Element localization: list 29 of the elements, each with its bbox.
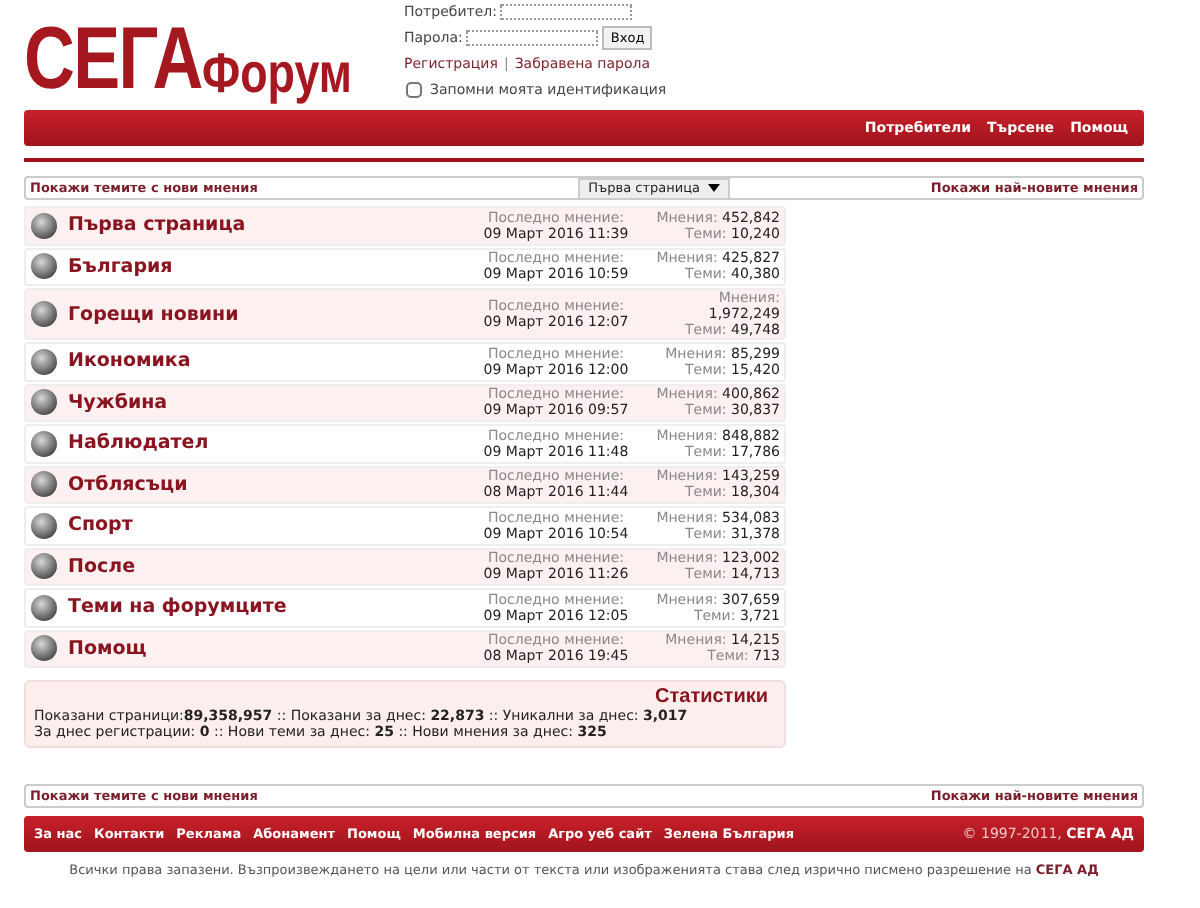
forum-title-link[interactable]: Първа страница [68, 214, 476, 237]
forum-title-link[interactable]: Икономика [68, 350, 476, 373]
forum-status-icon [30, 347, 58, 376]
forum-title-link[interactable]: Чужбина [68, 391, 476, 414]
forum-title-link[interactable]: Наблюдател [68, 432, 476, 455]
logo-text: СЕГА [24, 16, 202, 104]
forum-status-icon [30, 252, 58, 281]
forum-status-icon [30, 511, 58, 540]
forum-title-link[interactable]: Отблясъци [68, 473, 476, 496]
forum-status-icon [30, 593, 58, 622]
caret-icon [708, 184, 721, 192]
forum-title-link[interactable]: Помощ [68, 637, 476, 660]
username-field[interactable] [500, 4, 633, 20]
forum-status-icon [30, 388, 58, 417]
forum-title-link[interactable]: България [68, 255, 476, 278]
forum-status-icon [30, 552, 58, 581]
stats-title: Статистики [653, 686, 770, 708]
forum-title-link[interactable]: Спорт [68, 514, 476, 537]
forum-title-link[interactable]: После [68, 555, 476, 578]
forum-status-icon [30, 211, 58, 240]
forum-status-icon [30, 470, 58, 499]
forum-title-link[interactable]: Теми на форумците [68, 596, 476, 619]
remember-checkbox[interactable] [406, 82, 422, 98]
forum-status-icon [30, 429, 58, 458]
logo-subtitle: Форум [202, 44, 352, 104]
forum-status-icon [30, 634, 58, 663]
forum-status-icon [30, 300, 58, 328]
forum-title-link[interactable]: Горещи новини [68, 303, 476, 325]
password-field[interactable] [466, 30, 599, 46]
